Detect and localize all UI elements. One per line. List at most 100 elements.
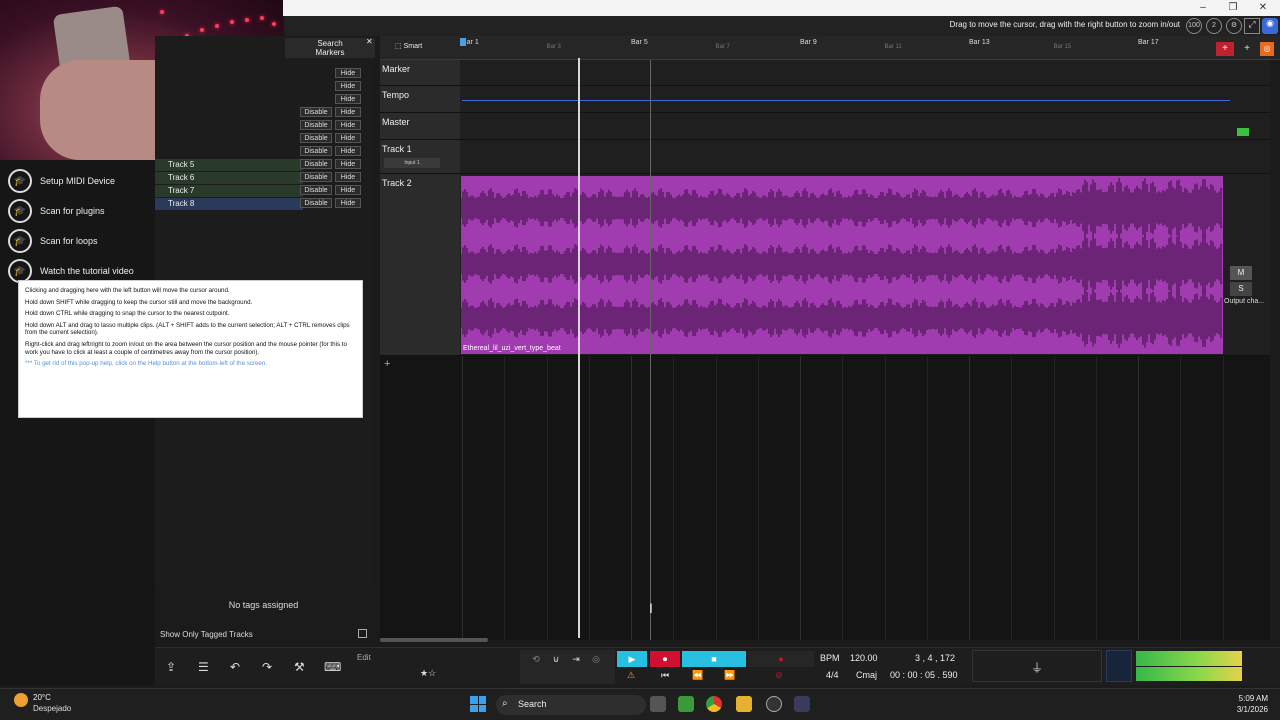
track-list-row[interactable]: Disable Hide: [155, 120, 372, 133]
hide-button[interactable]: Hide: [335, 107, 361, 117]
hide-button[interactable]: Hide: [335, 146, 361, 156]
task-view-icon[interactable]: [650, 696, 666, 712]
search-markers-header[interactable]: Search Markers: [285, 38, 375, 58]
minecraft-icon[interactable]: [678, 696, 694, 712]
fast-forward-icon[interactable]: ⏩: [714, 667, 746, 683]
redo-icon[interactable]: ↷: [262, 660, 272, 674]
track1-lane[interactable]: [460, 140, 1270, 174]
track-header-track2[interactable]: Track 2: [380, 174, 460, 356]
stop-button[interactable]: ■: [682, 651, 746, 667]
hide-button[interactable]: Hide: [335, 159, 361, 169]
track-header-marker[interactable]: Marker: [380, 60, 460, 86]
info-badge[interactable]: 2: [1206, 18, 1222, 34]
expand-icon[interactable]: ⤢: [1244, 18, 1260, 34]
disable-button[interactable]: Disable: [300, 120, 332, 130]
close-panel-icon[interactable]: ✕: [366, 38, 374, 46]
tempo-lane[interactable]: [460, 86, 1270, 113]
hide-button[interactable]: Hide: [335, 133, 361, 143]
undo-icon[interactable]: ↶: [230, 660, 240, 674]
add-button[interactable]: +: [1216, 42, 1234, 56]
rewind-start-icon[interactable]: ⏮: [650, 667, 680, 683]
orange-settings-icon[interactable]: ◎: [1260, 42, 1274, 56]
star-icon[interactable]: ★☆: [420, 668, 436, 679]
clock-time[interactable]: 5:09 AM: [1239, 694, 1268, 703]
track-list-row[interactable]: Track 6 Disable Hide: [155, 172, 372, 185]
hide-button[interactable]: Hide: [335, 94, 361, 104]
end-icon[interactable]: ⇥: [570, 651, 582, 667]
keyboard-icon[interactable]: ⌨: [324, 660, 341, 674]
settings-gear-icon[interactable]: ⚙: [1226, 18, 1242, 34]
export-icon[interactable]: ⇪: [166, 660, 176, 674]
track-list-row[interactable]: Hide: [155, 94, 372, 107]
track-list-row[interactable]: Hide: [155, 81, 372, 94]
eye-icon[interactable]: ◉: [1262, 18, 1278, 34]
chrome-icon[interactable]: [706, 696, 722, 712]
disable-button[interactable]: Disable: [300, 133, 332, 143]
position-time[interactable]: 00 : 00 : 05 . 590: [890, 670, 958, 680]
file-explorer-icon[interactable]: [736, 696, 752, 712]
record-button[interactable]: ●: [748, 651, 814, 667]
timeline-ruler[interactable]: Bar 1 Bar 5 Bar 9 Bar 13 Bar 17 Bar 3 Bar 7 Bar…: [380, 36, 1280, 60]
master-lane[interactable]: [460, 113, 1270, 140]
output-channel-label[interactable]: Output cha...: [1224, 298, 1264, 305]
disable-button[interactable]: Disable: [300, 198, 332, 208]
obs-icon[interactable]: [766, 696, 782, 712]
audio-clip[interactable]: Ethereal_lil_uzi_vert_type_beat: [461, 176, 1223, 354]
track-header-master[interactable]: Master: [380, 113, 460, 140]
hide-button[interactable]: Hide: [335, 68, 361, 78]
windows-start-icon[interactable]: [470, 696, 486, 712]
add-track-icon[interactable]: +: [384, 358, 390, 370]
track-list-row[interactable]: Hide: [155, 68, 372, 81]
time-signature[interactable]: 4/4: [826, 670, 839, 680]
zoom-badge[interactable]: 100: [1186, 18, 1202, 34]
loop-start-marker[interactable]: [460, 38, 466, 46]
loop-icon[interactable]: ⟲: [530, 651, 542, 667]
track-header-tempo[interactable]: Tempo: [380, 86, 460, 113]
arrange-area[interactable]: Marker Tempo Master Track 1 Input 1 Trac…: [380, 60, 1270, 640]
maximize-button[interactable]: ❐: [1222, 0, 1244, 16]
metronome-icon[interactable]: ◎: [590, 651, 602, 667]
bpm-value[interactable]: 120.00: [850, 653, 878, 663]
edit-cursor[interactable]: [578, 58, 580, 638]
play-mode-button[interactable]: ▶: [617, 651, 647, 667]
hide-button[interactable]: Hide: [335, 198, 361, 208]
horizontal-scrollbar[interactable]: [380, 638, 488, 642]
track-header-track1[interactable]: Track 1 Input 1: [380, 140, 460, 174]
weather-sun-icon[interactable]: [14, 693, 28, 707]
disable-button[interactable]: Disable: [300, 159, 332, 169]
weather-temperature[interactable]: 20°C: [33, 693, 51, 702]
hide-button[interactable]: Hide: [335, 172, 361, 182]
disable-button[interactable]: Disable: [300, 172, 332, 182]
track-list-row[interactable]: Track 5 Disable Hide: [155, 159, 372, 172]
marker-lane[interactable]: [460, 60, 1270, 86]
menu-icon[interactable]: ☰: [198, 660, 209, 674]
setup-midi-device-link[interactable]: 🎓 Setup MIDI Device: [8, 168, 115, 194]
record-mode-button[interactable]: ⏺: [650, 651, 680, 667]
snap-icon[interactable]: ⊍: [550, 651, 562, 667]
key-signature[interactable]: Cmaj: [856, 670, 877, 680]
smart-snap-button[interactable]: ⬚ Smart: [395, 42, 422, 50]
wrench-icon[interactable]: ⚒: [294, 660, 305, 674]
track-list-row[interactable]: Disable Hide: [155, 146, 372, 159]
weather-description[interactable]: Despejado: [33, 704, 71, 713]
track-list-row[interactable]: Track 8 Disable Hide: [155, 198, 372, 211]
hide-button[interactable]: Hide: [335, 120, 361, 130]
track-list-row[interactable]: Disable Hide: [155, 107, 372, 120]
position-bars-beats[interactable]: 3 , 4 , 172: [915, 653, 955, 663]
waveform-app-icon[interactable]: [794, 696, 810, 712]
hide-button[interactable]: Hide: [335, 185, 361, 195]
disable-button[interactable]: Disable: [300, 107, 332, 117]
close-button[interactable]: ✕: [1252, 0, 1274, 16]
add-track-plus-icon[interactable]: +: [1240, 42, 1254, 56]
rewind-icon[interactable]: ⏪: [682, 667, 714, 683]
clock-date[interactable]: 3/1/2026: [1237, 705, 1268, 714]
track-list-row[interactable]: Disable Hide: [155, 133, 372, 146]
scan-loops-link[interactable]: 🎓 Scan for loops: [8, 228, 98, 254]
disable-button[interactable]: Disable: [300, 185, 332, 195]
solo-button[interactable]: S: [1230, 282, 1252, 296]
scan-plugins-link[interactable]: 🎓 Scan for plugins: [8, 198, 105, 224]
hide-button[interactable]: Hide: [335, 81, 361, 91]
disable-button[interactable]: Disable: [300, 146, 332, 156]
punch-icon[interactable]: ⊘: [772, 667, 786, 683]
minimize-button[interactable]: –: [1192, 0, 1214, 16]
